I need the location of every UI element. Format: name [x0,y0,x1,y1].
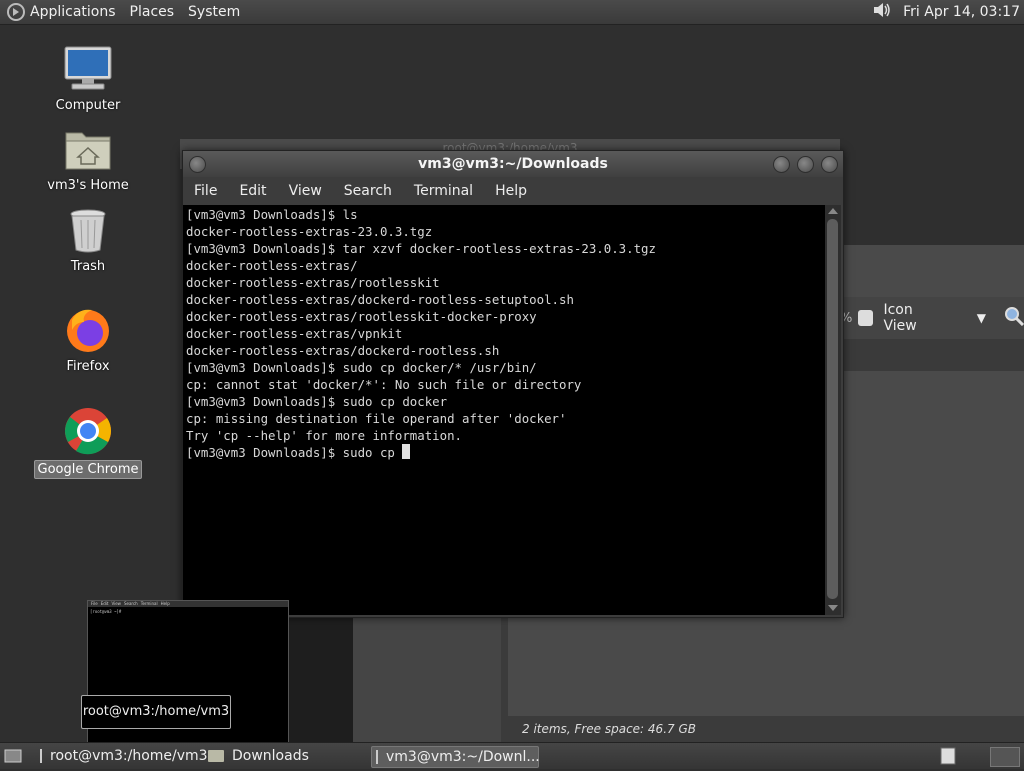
menu-help[interactable]: Help [495,183,527,199]
home-folder-icon [65,132,111,170]
terminal-line: docker-rootless-extras/rootlesskit-docke… [186,309,537,324]
maximize-button[interactable] [797,156,814,173]
clock[interactable]: Fri Apr 14, 03:17 [903,4,1020,20]
window-title: vm3@vm3:~/Downloads [418,156,608,172]
desktop-icon-home[interactable]: vm3's Home [33,127,143,194]
desktop-icon-firefox[interactable]: Firefox [33,306,143,375]
preview-menu-item: Search [123,601,138,606]
menu-file[interactable]: File [194,183,217,199]
top-panel: Applications Places System Fri Apr 14, 0… [0,0,1024,25]
desktop-icon-trash[interactable]: Trash [33,208,143,275]
root-terminal-window-edge [353,618,501,744]
terminal-screen[interactable]: [vm3@vm3 Downloads]$ ls docker-rootless-… [183,205,825,615]
preview-menu-item: View [111,601,121,606]
root-terminal-window[interactable] [287,612,353,744]
bottom-panel: root@vm3:/home/vm3 Downloads vm3@vm3:~/D… [0,742,1024,769]
trash-icon [70,209,106,253]
menu-edit[interactable]: Edit [239,183,266,199]
menu-terminal[interactable]: Terminal [414,183,473,199]
terminal-line: [vm3@vm3 Downloads]$ sudo cp docker/* /u… [186,360,537,375]
terminal-scrollbar[interactable] [825,205,841,615]
taskbar-item-label: vm3@vm3:~/Downl... [386,749,540,765]
desktop-icon-label: Firefox [66,359,110,374]
terminal-icon [376,750,378,764]
terminal-line: cp: missing destination file operand aft… [186,411,567,426]
taskbar-item-root-terminal[interactable]: root@vm3:/home/vm3 [36,746,208,766]
status-text: 2 items, Free space: 46.7 GB [522,722,696,736]
terminal-icon [40,749,42,763]
terminal-window[interactable]: vm3@vm3:~/Downloads File Edit View Searc… [182,150,844,618]
terminal-cursor [402,444,411,459]
desktop-icon-computer[interactable]: Computer [33,45,143,114]
close-button[interactable] [821,156,838,173]
terminal-output: [vm3@vm3 Downloads]$ ls docker-rootless-… [186,206,656,461]
terminal-line: [vm3@vm3 Downloads]$ tar xzvf docker-roo… [186,241,656,256]
terminal-line: docker-rootless-extras-23.0.3.tgz [186,224,433,239]
system-menu[interactable]: System [188,4,240,20]
preview-prompt: [root@vm3 ~]# [90,609,122,614]
taskbar-item-downloads[interactable]: Downloads [204,746,366,766]
taskbar-item-vm3-terminal[interactable]: vm3@vm3:~/Downl... [371,746,540,768]
terminal-line: docker-rootless-extras/ [186,258,358,273]
taskbar-item-label: root@vm3:/home/vm3 [50,748,208,764]
terminal-line: [vm3@vm3 Downloads]$ sudo cp docker [186,394,448,409]
menu-search[interactable]: Search [344,183,392,199]
terminal-input-line[interactable]: [vm3@vm3 Downloads]$ sudo cp [186,445,402,460]
chrome-icon [65,408,112,455]
show-desktop-icon[interactable] [4,747,22,769]
preview-menu-item: Terminal [140,601,158,606]
computer-icon [64,46,112,90]
workspace-switcher-icon[interactable] [940,747,958,771]
terminal-line: cp: cannot stat 'docker/*': No such file… [186,377,582,392]
preview-menubar: File Edit View Search Terminal Help [88,601,288,607]
preview-menu-item: Help [160,601,170,606]
volume-icon[interactable] [871,0,893,25]
desktop-icon-label: Computer [55,98,121,113]
terminal-line: [vm3@vm3 Downloads]$ ls [186,207,358,222]
scroll-down-arrow-icon[interactable] [828,605,838,611]
search-icon[interactable] [1004,306,1024,330]
desktop-icon-label: Trash [70,259,106,274]
chevron-down-icon[interactable]: ▼ [977,311,986,325]
folder-icon [208,750,224,762]
scroll-up-arrow-icon[interactable] [828,208,838,214]
view-mode-select[interactable]: Icon View [883,302,946,334]
desktop-icon-label: vm3's Home [47,178,129,193]
desktop-icon-label: Google Chrome [33,460,143,479]
terminal-menubar: File Edit View Search Terminal Help [183,177,843,205]
taskbar-item-label: Downloads [232,748,309,764]
scrollbar-thumb[interactable] [827,219,838,599]
menu-view[interactable]: View [289,183,322,199]
system-logo-icon[interactable] [6,2,26,22]
places-menu[interactable]: Places [130,4,175,20]
terminal-line: docker-rootless-extras/rootlesskit [186,275,440,290]
desktop-icon-chrome[interactable]: Google Chrome [33,406,143,479]
view-mode-icon [858,310,874,326]
workspace-2[interactable] [990,747,1020,767]
terminal-titlebar[interactable]: vm3@vm3:~/Downloads [183,151,843,177]
minimize-button[interactable] [773,156,790,173]
firefox-icon [67,309,109,352]
terminal-line: docker-rootless-extras/dockerd-rootless.… [186,343,500,358]
preview-menu-item: File [91,601,98,606]
preview-menu-item: Edit [100,601,109,606]
terminal-line: Try 'cp --help' for more information. [186,428,463,443]
terminal-line: docker-rootless-extras/vpnkit [186,326,403,341]
window-menu-button[interactable] [189,156,206,173]
taskbar-tooltip: root@vm3:/home/vm3 [81,695,231,729]
terminal-line: docker-rootless-extras/dockerd-rootless-… [186,292,574,307]
applications-menu[interactable]: Applications [30,4,116,20]
file-manager-statusbar: 2 items, Free space: 46.7 GB [500,716,1024,742]
